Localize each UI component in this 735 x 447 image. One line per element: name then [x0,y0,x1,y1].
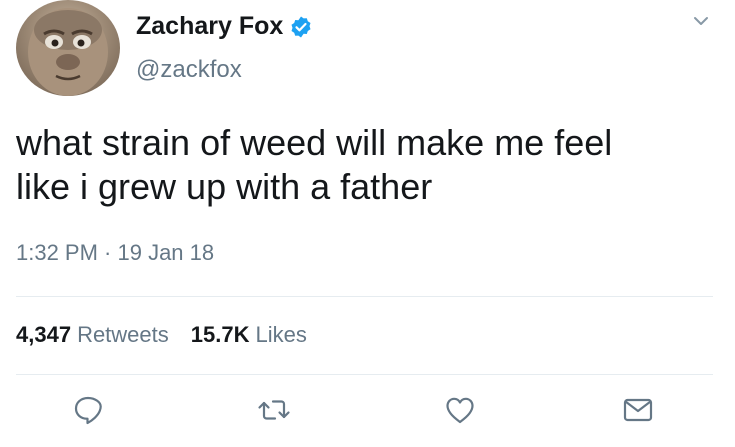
tweet-card: Zachary Fox @zackfox what strain of weed… [0,0,735,447]
tweet-text-line-2: like i grew up with a father [16,166,433,207]
retweets-label: Retweets [77,322,169,347]
avatar[interactable] [16,0,120,96]
divider [16,374,713,375]
tweet-text: what strain of weed will make me feel li… [16,121,726,209]
retweets-stat[interactable]: 4,347 Retweets [16,322,169,348]
reply-icon[interactable] [70,392,106,428]
tweet-stats: 4,347 Retweets 15.7K Likes [16,322,307,348]
likes-count: 15.7K [190,322,250,347]
display-name[interactable]: Zachary Fox [136,12,283,41]
likes-label: Likes [255,322,307,347]
tweet-text-line-1: what strain of weed will make me feel [16,122,613,163]
verified-badge-icon [289,15,313,39]
divider [16,296,713,297]
envelope-icon[interactable] [620,392,656,428]
avatar-image [28,8,108,96]
heart-icon[interactable] [442,392,478,428]
author-name-row[interactable]: Zachary Fox [136,12,313,41]
tweet-actions [0,392,735,432]
tweet-timestamp[interactable]: 1:32 PM · 19 Jan 18 [16,240,214,266]
retweet-icon[interactable] [256,392,292,428]
chevron-down-icon[interactable] [690,10,712,32]
retweets-count: 4,347 [16,322,72,347]
author-handle[interactable]: @zackfox [136,56,242,84]
likes-stat[interactable]: 15.7K Likes [191,322,307,348]
